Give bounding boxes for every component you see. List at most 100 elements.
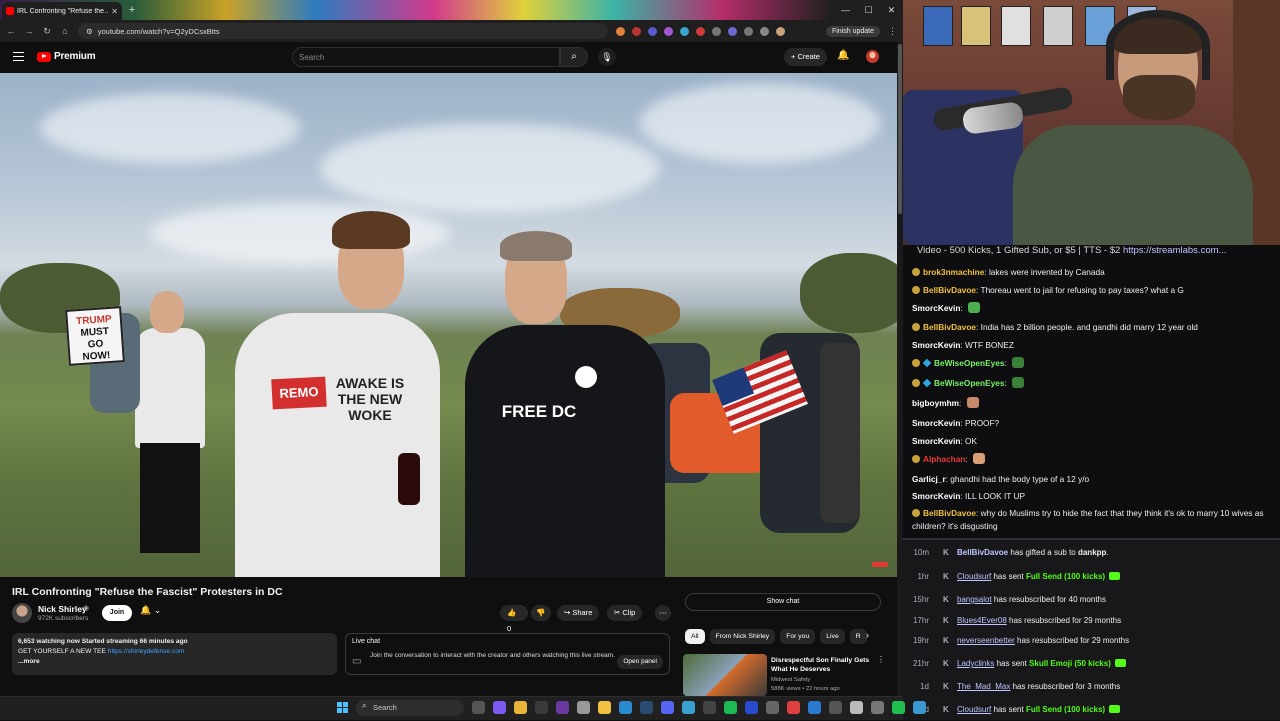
- extension-icon[interactable]: [664, 26, 673, 36]
- spotify-icon[interactable]: [724, 701, 737, 714]
- ticker-link[interactable]: https://streamlabs.com...: [1123, 245, 1226, 256]
- start-button-icon[interactable]: [337, 702, 348, 713]
- maximize-button[interactable]: ☐: [857, 0, 880, 20]
- close-window-button[interactable]: ✕: [880, 0, 903, 20]
- chat-username[interactable]: SmorcKevin: [912, 436, 960, 446]
- hamburger-menu-icon[interactable]: [13, 52, 24, 61]
- extension-icon[interactable]: [696, 26, 705, 36]
- voice-search-icon[interactable]: 🎙: [598, 48, 616, 66]
- chat-username[interactable]: SmorcKevin: [912, 340, 960, 350]
- chip-all[interactable]: All: [685, 629, 705, 644]
- copilot-icon[interactable]: [493, 701, 506, 714]
- event-username[interactable]: neverseenbetter: [957, 636, 1015, 645]
- site-info-icon[interactable]: ⚙: [86, 27, 93, 36]
- chat-username[interactable]: bigboymhm: [912, 398, 959, 408]
- video-player[interactable]: TRUMP MUST GO NOW! REMO: [0, 73, 897, 577]
- event-username[interactable]: Blues4Ever08: [957, 616, 1007, 625]
- chat-username[interactable]: BellBivDavoe: [923, 322, 976, 332]
- extension-icon[interactable]: [760, 26, 769, 36]
- file-explorer-icon[interactable]: [598, 701, 611, 714]
- extension-icon[interactable]: [680, 26, 689, 36]
- event-username[interactable]: bangsalot: [957, 595, 992, 604]
- event-username[interactable]: Cloudsurf: [957, 705, 991, 714]
- event-username[interactable]: Ladyclinks: [957, 659, 994, 668]
- app-icon[interactable]: [577, 701, 590, 714]
- clip-button[interactable]: ✂ Clip: [607, 605, 643, 621]
- search-input[interactable]: Search: [292, 47, 560, 67]
- chip-from-channel[interactable]: From Nick Shirley: [709, 629, 776, 644]
- profile-icon[interactable]: [776, 26, 785, 36]
- open-panel-button[interactable]: Open panel: [617, 655, 663, 669]
- search-icon[interactable]: ⌕: [560, 47, 588, 67]
- reload-icon[interactable]: ↻: [42, 26, 52, 37]
- chat-username[interactable]: brok3nmachine: [923, 267, 984, 277]
- chat-username[interactable]: BellBivDavoe: [923, 508, 976, 518]
- account-avatar[interactable]: [866, 50, 879, 63]
- app-icon[interactable]: [766, 701, 779, 714]
- chat-username[interactable]: SmorcKevin: [912, 491, 960, 501]
- event-username[interactable]: The_Mad_Max: [957, 682, 1010, 691]
- chip-partial[interactable]: R: [849, 629, 867, 644]
- scrollbar-thumb[interactable]: [898, 44, 902, 214]
- like-button[interactable]: 👍 0: [500, 605, 528, 633]
- chat-username[interactable]: BeWiseOpenEyes: [934, 378, 1004, 388]
- url-field[interactable]: ⚙ youtube.com/watch?v=Q2yDCsxBtts: [78, 23, 608, 39]
- recommendation-channel[interactable]: Midwest Safety: [771, 677, 810, 683]
- more-vertical-icon[interactable]: ⋮: [877, 655, 885, 664]
- taskbar-search[interactable]: Search: [356, 700, 464, 716]
- event-username[interactable]: BellBivDavoe: [957, 548, 1008, 557]
- app-icon[interactable]: [850, 701, 863, 714]
- more-link[interactable]: ...more: [18, 657, 331, 667]
- chip-for-you[interactable]: For you: [780, 629, 816, 644]
- channel-name[interactable]: Nick Shirley: [38, 604, 87, 614]
- extension-icon[interactable]: [728, 26, 737, 36]
- chat-username[interactable]: Alphachan: [923, 454, 965, 464]
- steam-icon[interactable]: [640, 701, 653, 714]
- chat-username[interactable]: SmorcKevin: [912, 418, 960, 428]
- extension-icon[interactable]: [744, 26, 753, 36]
- app-icon[interactable]: [682, 701, 695, 714]
- app-icon[interactable]: [871, 701, 884, 714]
- event-username[interactable]: Cloudsurf: [957, 572, 991, 581]
- app-icon[interactable]: [913, 701, 926, 714]
- app-icon[interactable]: [787, 701, 800, 714]
- app-icon[interactable]: [703, 701, 716, 714]
- obs-icon[interactable]: [556, 701, 569, 714]
- chat-username[interactable]: BellBivDavoe: [923, 285, 976, 295]
- youtube-logo[interactable]: Premium: [37, 51, 96, 62]
- chrome-icon[interactable]: [514, 701, 527, 714]
- join-button[interactable]: Join: [102, 605, 132, 621]
- notification-bell-icon[interactable]: 🔔 ⌄: [140, 605, 161, 616]
- minimize-button[interactable]: —: [834, 0, 857, 20]
- chat-username[interactable]: SmorcKevin: [912, 303, 960, 313]
- tab-close-icon[interactable]: ✕: [111, 7, 118, 16]
- extension-icon[interactable]: [616, 26, 625, 36]
- finish-update-button[interactable]: Finish update: [825, 25, 880, 37]
- share-button[interactable]: ↪ Share: [557, 605, 600, 621]
- back-icon[interactable]: ←: [6, 26, 16, 36]
- chat-username[interactable]: Garlicj_r: [912, 474, 946, 484]
- extension-icon[interactable]: [712, 26, 721, 36]
- recommendation-thumbnail[interactable]: [683, 654, 767, 696]
- app-icon[interactable]: [892, 701, 905, 714]
- description-link[interactable]: https://shirleydefense.com: [108, 648, 185, 655]
- extension-icon[interactable]: [648, 26, 657, 36]
- recommendation-title[interactable]: Disrespectful Son Finally Gets What He D…: [771, 656, 871, 674]
- forward-icon[interactable]: →: [24, 26, 34, 36]
- app-icon[interactable]: [745, 701, 758, 714]
- app-icon[interactable]: [808, 701, 821, 714]
- browser-tab-active[interactable]: IRL Confronting "Refuse the… ✕: [2, 2, 122, 20]
- create-button[interactable]: + Create: [784, 48, 827, 66]
- description-box[interactable]: 6,653 watching now Started streaming 66 …: [12, 633, 337, 675]
- notifications-bell-icon[interactable]: 🔔: [837, 50, 849, 61]
- extension-icon[interactable]: [632, 26, 641, 36]
- browser-menu-icon[interactable]: ⋮: [888, 26, 897, 37]
- show-chat-button[interactable]: Show chat: [685, 593, 881, 611]
- channel-avatar[interactable]: [12, 603, 32, 623]
- app-icon[interactable]: [829, 701, 842, 714]
- chevron-right-icon[interactable]: ›: [866, 630, 869, 640]
- chat-username[interactable]: BeWiseOpenEyes: [934, 358, 1004, 368]
- chip-live[interactable]: Live: [820, 629, 845, 644]
- home-icon[interactable]: ⌂: [60, 26, 70, 36]
- app-icon[interactable]: [619, 701, 632, 714]
